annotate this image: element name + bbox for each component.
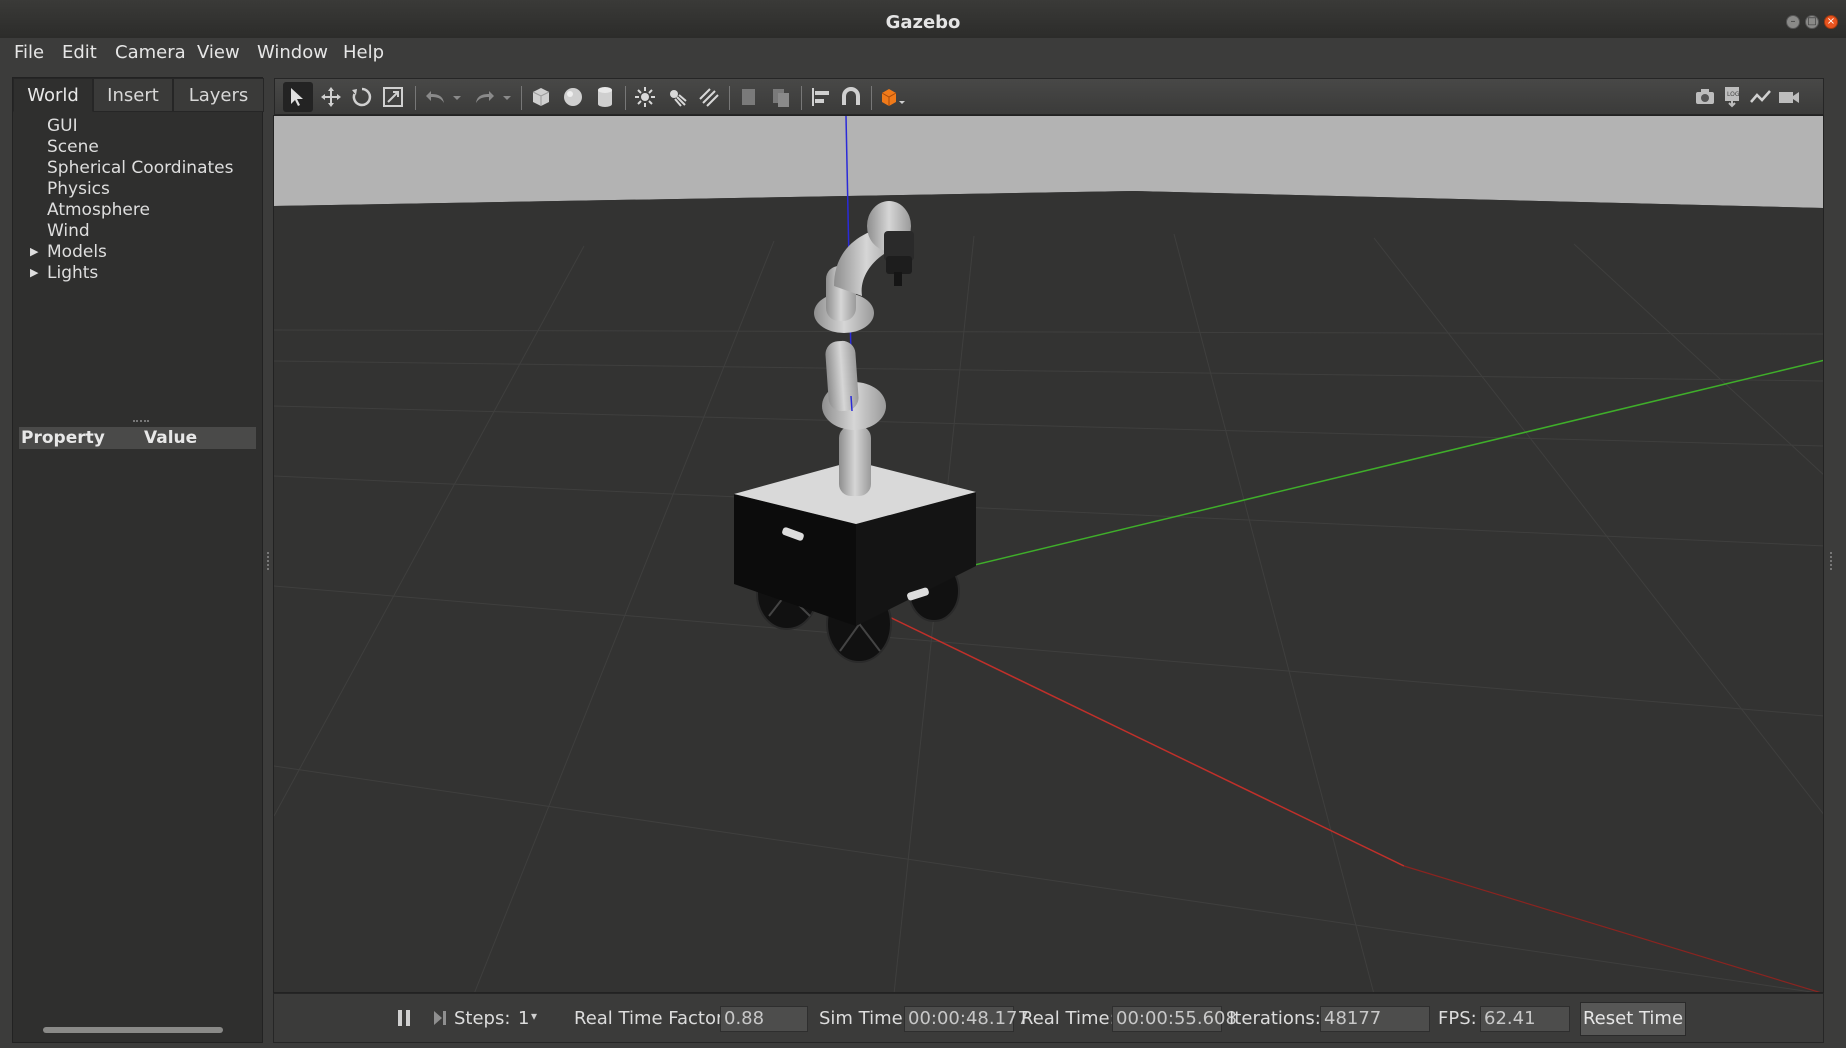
scale-mode-icon[interactable] xyxy=(381,85,405,109)
maximize-icon[interactable]: □ xyxy=(1805,15,1819,29)
select-mode-icon[interactable] xyxy=(283,82,313,112)
fps-label: FPS: xyxy=(1438,1008,1477,1029)
cylinder-shape-icon[interactable] xyxy=(593,85,617,109)
close-icon[interactable]: × xyxy=(1824,15,1838,29)
menu-help[interactable]: Help xyxy=(343,41,384,65)
minimize-icon[interactable]: – xyxy=(1786,15,1800,29)
rotate-mode-icon[interactable] xyxy=(350,85,374,109)
redo-icon[interactable] xyxy=(473,85,497,109)
plot-icon[interactable] xyxy=(1749,85,1773,109)
video-record-icon[interactable] xyxy=(1777,85,1801,109)
pause-icon[interactable] xyxy=(396,1008,412,1032)
iterations-field[interactable]: 48177 xyxy=(1320,1006,1430,1032)
menu-view[interactable]: View xyxy=(197,41,240,65)
menu-bar: File Edit Camera View Window Help xyxy=(0,38,1846,68)
svg-text:LOG: LOG xyxy=(1727,91,1740,98)
tab-world[interactable]: World xyxy=(13,78,93,112)
step-forward-icon[interactable] xyxy=(432,1008,448,1032)
menu-edit[interactable]: Edit xyxy=(62,41,97,65)
redo-history-chevron-down-icon[interactable] xyxy=(501,85,513,109)
property-table-header: Property Value xyxy=(19,427,256,449)
sphere-shape-icon[interactable] xyxy=(561,85,585,109)
view-angle-cube-icon[interactable] xyxy=(879,85,909,109)
tree-item-models[interactable]: Models xyxy=(47,242,107,262)
window-title: Gazebo xyxy=(885,12,961,33)
fps-field[interactable]: 62.41 xyxy=(1480,1006,1570,1032)
menu-camera[interactable]: Camera xyxy=(115,41,186,65)
tree-item-wind[interactable]: Wind xyxy=(47,221,90,241)
spot-light-icon[interactable] xyxy=(665,85,689,109)
title-bar: Gazebo – □ × xyxy=(0,0,1846,39)
real-time-field[interactable]: 00:00:55.608 xyxy=(1112,1006,1237,1032)
horizontal-scrollbar[interactable] xyxy=(43,1027,223,1033)
tree-item-physics[interactable]: Physics xyxy=(47,179,110,199)
expand-arrow-icon[interactable]: ▶ xyxy=(30,263,38,283)
iterations-label: Iterations: xyxy=(1229,1008,1321,1029)
expand-arrow-icon[interactable]: ▶ xyxy=(30,242,38,262)
box-shape-icon[interactable] xyxy=(529,85,553,109)
left-panel: World Insert Layers GUI Scene Spherical … xyxy=(12,77,264,1043)
tree-item-scene[interactable]: Scene xyxy=(47,137,99,157)
tab-layers[interactable]: Layers xyxy=(173,78,264,112)
real-time-factor-label: Real Time Factor: xyxy=(574,1008,730,1029)
tree-item-spherical-coordinates[interactable]: Spherical Coordinates xyxy=(47,158,233,178)
sim-time-field[interactable]: 00:00:48.177 xyxy=(904,1006,1029,1032)
ground-plane xyxy=(274,191,1823,992)
tree-item-atmosphere[interactable]: Atmosphere xyxy=(47,200,150,220)
undo-icon[interactable] xyxy=(423,85,447,109)
log-recorder-icon[interactable]: LOG xyxy=(1721,85,1745,109)
copy-icon[interactable] xyxy=(737,85,761,109)
snap-magnet-icon[interactable] xyxy=(839,85,863,109)
align-icon[interactable] xyxy=(809,85,833,109)
undo-history-chevron-down-icon[interactable] xyxy=(451,85,463,109)
steps-chevron-down-icon[interactable]: ▾ xyxy=(531,1009,537,1023)
right-splitter-handle[interactable] xyxy=(1830,552,1835,570)
simulation-status-bar: Steps: 1 ▾ Real Time Factor: 0.88 Sim Ti… xyxy=(273,993,1824,1043)
3d-viewport[interactable] xyxy=(273,115,1824,993)
real-time-label: Real Time: xyxy=(1021,1008,1116,1029)
left-splitter-handle[interactable] xyxy=(267,552,272,570)
toolbar: LOG xyxy=(274,78,1824,115)
point-light-icon[interactable] xyxy=(633,85,657,109)
real-time-factor-field[interactable]: 0.88 xyxy=(720,1006,808,1032)
scene-render xyxy=(274,116,1823,992)
translate-mode-icon[interactable] xyxy=(319,85,343,109)
sim-time-label: Sim Time: xyxy=(819,1008,909,1029)
menu-window[interactable]: Window xyxy=(257,41,328,65)
tree-item-lights[interactable]: Lights xyxy=(47,263,98,283)
tab-insert[interactable]: Insert xyxy=(93,78,173,112)
paste-icon[interactable] xyxy=(769,85,793,109)
screenshot-camera-icon[interactable] xyxy=(1693,85,1717,109)
reset-time-button[interactable]: Reset Time xyxy=(1580,1002,1686,1036)
panel-tabs: World Insert Layers xyxy=(13,78,264,112)
panel-splitter-handle[interactable] xyxy=(133,420,149,425)
steps-value[interactable]: 1 xyxy=(518,1008,529,1030)
value-column-header: Value xyxy=(144,428,198,448)
steps-label: Steps: xyxy=(454,1008,511,1029)
property-column-header: Property xyxy=(21,428,105,448)
menu-file[interactable]: File xyxy=(14,41,44,65)
tree-item-gui[interactable]: GUI xyxy=(47,116,78,136)
directional-light-icon[interactable] xyxy=(697,85,721,109)
